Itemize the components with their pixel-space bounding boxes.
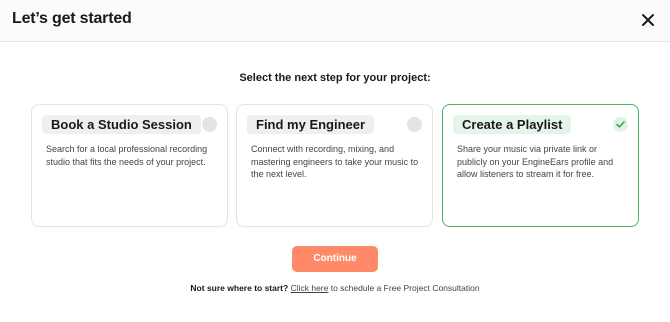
- consultation-prompt: Not sure where to start?: [190, 283, 289, 293]
- modal-title: Let’s get started: [12, 10, 132, 27]
- close-icon: [642, 14, 654, 26]
- option-description: Share your music via private link or pub…: [457, 144, 614, 180]
- option-title: Book a Studio Session: [42, 115, 201, 134]
- option-card-studio-session[interactable]: Book a Studio Session Search for a local…: [31, 104, 228, 227]
- option-title: Find my Engineer: [247, 115, 375, 134]
- modal-header: Let’s get started: [0, 0, 670, 42]
- consultation-note: Not sure where to start? Click here to s…: [0, 283, 670, 293]
- consultation-link[interactable]: Click here: [291, 283, 329, 293]
- option-card-create-playlist[interactable]: Create a Playlist Share your music via p…: [442, 104, 639, 227]
- radio-unchecked-icon[interactable]: [202, 117, 217, 132]
- radio-unchecked-icon[interactable]: [407, 117, 422, 132]
- option-description: Search for a local professional recordin…: [46, 144, 208, 167]
- option-card-find-engineer[interactable]: Find my Engineer Connect with recording,…: [236, 104, 433, 227]
- checkmark-icon: [616, 121, 625, 128]
- radio-checked-icon[interactable]: [613, 117, 628, 132]
- continue-button[interactable]: Continue: [292, 246, 378, 272]
- step-prompt: Select the next step for your project:: [239, 72, 431, 84]
- option-description: Connect with recording, mixing, and mast…: [251, 144, 419, 180]
- modal: Let’s get started Select the next step f…: [0, 0, 670, 322]
- close-button[interactable]: [638, 10, 658, 30]
- option-title: Create a Playlist: [453, 115, 572, 134]
- consultation-suffix: to schedule a Free Project Consultation: [328, 283, 480, 293]
